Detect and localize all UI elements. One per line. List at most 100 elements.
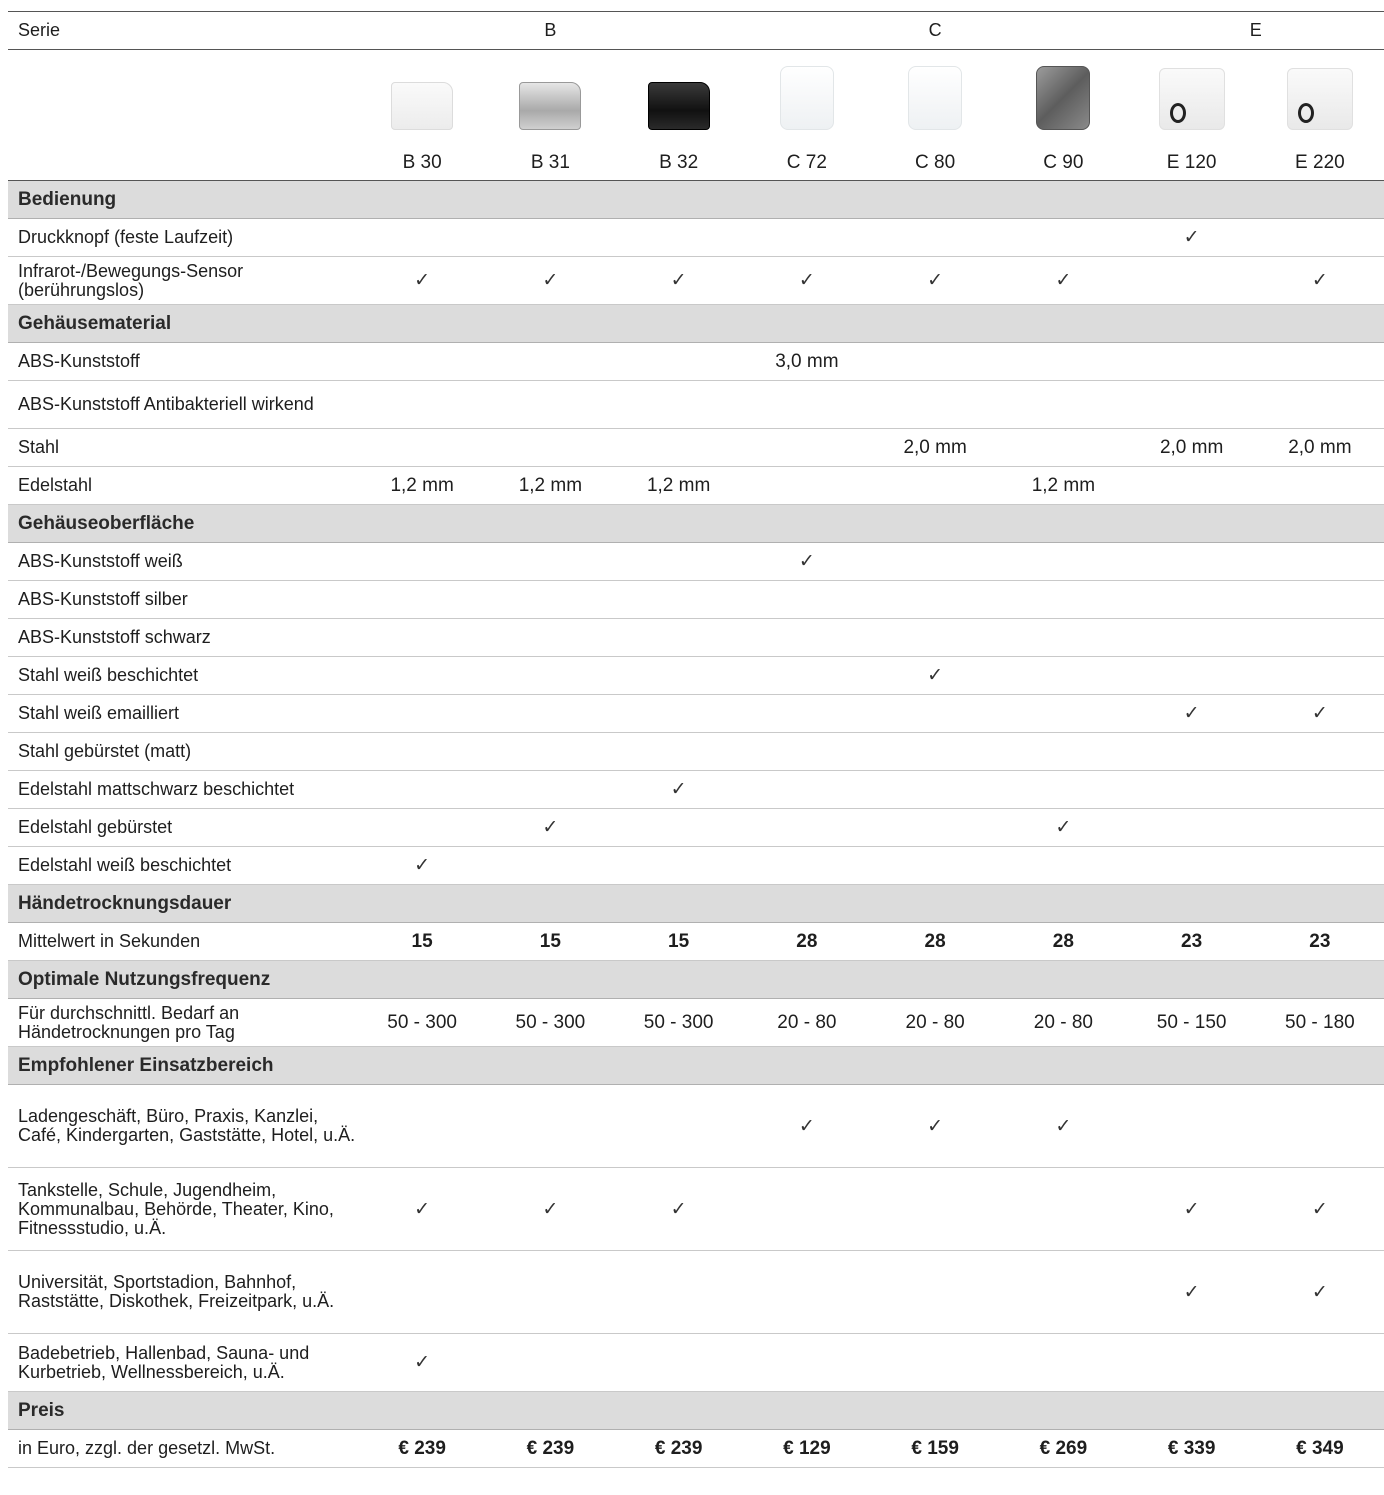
- table-row: Universität, Sportstadion, Bahnhof, Rast…: [8, 1251, 1384, 1334]
- check-icon: ✓: [414, 270, 431, 291]
- table-cell: 28: [796, 930, 818, 952]
- table-cell: 15: [411, 930, 433, 952]
- table-row: ABS-Kunststoff silber: [8, 581, 1384, 619]
- table-row: ABS-Kunststoff weiß ✓: [8, 543, 1384, 581]
- series-group-b: B: [544, 20, 557, 40]
- table-row: Edelstahl gebürstet ✓ ✓: [8, 809, 1384, 847]
- hand-dryer-white-dome-icon: [908, 66, 963, 130]
- row-label: Mittelwert in Sekunden: [18, 931, 201, 951]
- model-name: B 31: [530, 152, 570, 173]
- table-cell: 2,0 mm: [903, 436, 967, 458]
- serie-row: Serie B C E: [8, 11, 1384, 50]
- table-cell: € 239: [654, 1437, 703, 1459]
- section-row: Empfohlener Einsatzbereich: [8, 1047, 1384, 1085]
- section-label: Optimale Nutzungsfrequenz: [18, 969, 271, 990]
- model-col: B 32: [615, 50, 743, 180]
- row-label: Infrarot-/Bewegungs-Sensor (berührungslo…: [18, 260, 244, 300]
- table-cell: 50 - 300: [515, 1011, 586, 1033]
- table-row: Mittelwert in Sekunden 15 15 15 28 28 28 23 23: [8, 923, 1384, 961]
- check-icon: ✓: [542, 817, 559, 838]
- table-cell: 1,2 mm: [1031, 474, 1096, 496]
- row-label: Universität, Sportstadion, Bahnhof, Rast…: [18, 1272, 335, 1311]
- check-icon: ✓: [798, 551, 815, 572]
- section-row: Händetrocknungsdauer: [8, 885, 1384, 923]
- table-cell: € 159: [911, 1437, 959, 1459]
- row-label: Tankstelle, Schule, Jugendheim, Kommunal…: [18, 1179, 334, 1238]
- table-cell: 20 - 80: [777, 1011, 837, 1033]
- hand-dryer-steel-dome-icon: [1036, 66, 1091, 130]
- row-label: ABS-Kunststoff weiß: [18, 551, 183, 571]
- model-col: E 220: [1256, 50, 1384, 180]
- row-label: ABS-Kunststoff: [18, 351, 140, 371]
- table-cell: € 269: [1039, 1437, 1088, 1459]
- check-icon: ✓: [927, 665, 944, 686]
- section-label: Empfohlener Einsatzbereich: [18, 1055, 274, 1076]
- row-label: Stahl weiß emailliert: [18, 703, 180, 723]
- check-icon: ✓: [1055, 817, 1072, 838]
- check-icon: ✓: [670, 270, 687, 291]
- hand-dryer-white-nozzle-icon: [1286, 68, 1353, 130]
- table-body: Bedienung Druckknopf (feste Laufzeit) ✓ Inf…: [8, 181, 1384, 1468]
- table-cell: 2,0 mm: [1288, 436, 1352, 458]
- table-row: Stahl weiß beschichtet ✓: [8, 657, 1384, 695]
- table-cell: 28: [924, 930, 946, 952]
- table-cell: 15: [668, 930, 690, 952]
- model-name: C 90: [1043, 152, 1084, 173]
- table-cell: 15: [539, 930, 561, 952]
- section-row: Optimale Nutzungsfrequenz: [8, 961, 1384, 999]
- check-icon: ✓: [1183, 1281, 1200, 1303]
- row-label: Edelstahl mattschwarz beschichtet: [18, 779, 295, 799]
- row-label: ABS-Kunststoff silber: [18, 589, 188, 609]
- table-cell: € 239: [398, 1437, 446, 1459]
- section-label: Bedienung: [18, 189, 117, 210]
- model-name: B 32: [659, 152, 699, 173]
- check-icon: ✓: [414, 1198, 431, 1220]
- check-icon: ✓: [542, 1198, 559, 1220]
- check-icon: ✓: [1183, 1198, 1200, 1220]
- row-label: ABS-Kunststoff schwarz: [18, 627, 211, 647]
- row-label: Stahl: [18, 437, 60, 457]
- table-cell: 28: [1052, 930, 1074, 952]
- table-cell: € 339: [1167, 1437, 1216, 1459]
- model-col: C 80: [871, 50, 999, 180]
- row-label: in Euro, zzgl. der gesetzl. MwSt.: [18, 1438, 276, 1458]
- check-icon: ✓: [1183, 703, 1200, 724]
- table-cell: 50 - 300: [643, 1011, 714, 1033]
- check-icon: ✓: [927, 270, 944, 291]
- table-cell: € 129: [783, 1437, 831, 1459]
- section-label: Gehäusematerial: [18, 313, 172, 334]
- hand-dryer-black-box-icon: [647, 82, 710, 130]
- section-row: Gehäuseoberfläche: [8, 505, 1384, 543]
- check-icon: ✓: [1055, 1115, 1072, 1137]
- model-name: E 120: [1166, 152, 1217, 173]
- table-cell: 50 - 300: [387, 1011, 457, 1033]
- check-icon: ✓: [1311, 1198, 1328, 1220]
- table-cell: 50 - 150: [1156, 1011, 1227, 1033]
- check-icon: ✓: [1311, 270, 1328, 291]
- check-icon: ✓: [414, 855, 431, 876]
- row-label: Ladengeschäft, Büro, Praxis, Kanzlei, Ca…: [18, 1106, 356, 1145]
- table-row: Edelstahl mattschwarz beschichtet ✓: [8, 771, 1384, 809]
- model-name: C 80: [915, 152, 956, 173]
- section-label: Gehäuseoberfläche: [18, 513, 195, 534]
- model-col: B 30: [358, 50, 486, 180]
- check-icon: ✓: [670, 1198, 687, 1220]
- row-label: Stahl gebürstet (matt): [18, 741, 192, 761]
- table-row: Infrarot-/Bewegungs-Sensor (berührungslo…: [8, 257, 1384, 305]
- hand-dryer-white-nozzle-icon: [1158, 68, 1225, 130]
- table-cell: 50 - 180: [1285, 1011, 1355, 1033]
- section-label: Händetrocknungsdauer: [18, 893, 232, 914]
- check-icon: ✓: [1183, 227, 1200, 248]
- model-name: C 72: [786, 152, 827, 173]
- table-cell: € 239: [526, 1437, 575, 1459]
- row-label: Edelstahl gebürstet: [18, 817, 173, 837]
- check-icon: ✓: [798, 1115, 815, 1137]
- table-cell: 20 - 80: [905, 1011, 965, 1033]
- table-row: ABS-Kunststoff Antibakteriell wirkend: [8, 381, 1384, 429]
- check-icon: ✓: [414, 1352, 431, 1373]
- section-row: Gehäusematerial: [8, 305, 1384, 343]
- check-icon: ✓: [1311, 703, 1328, 724]
- hand-dryer-white-box-icon: [391, 82, 454, 130]
- table-row: Stahl gebürstet (matt): [8, 733, 1384, 771]
- table-cell: 23: [1181, 930, 1203, 952]
